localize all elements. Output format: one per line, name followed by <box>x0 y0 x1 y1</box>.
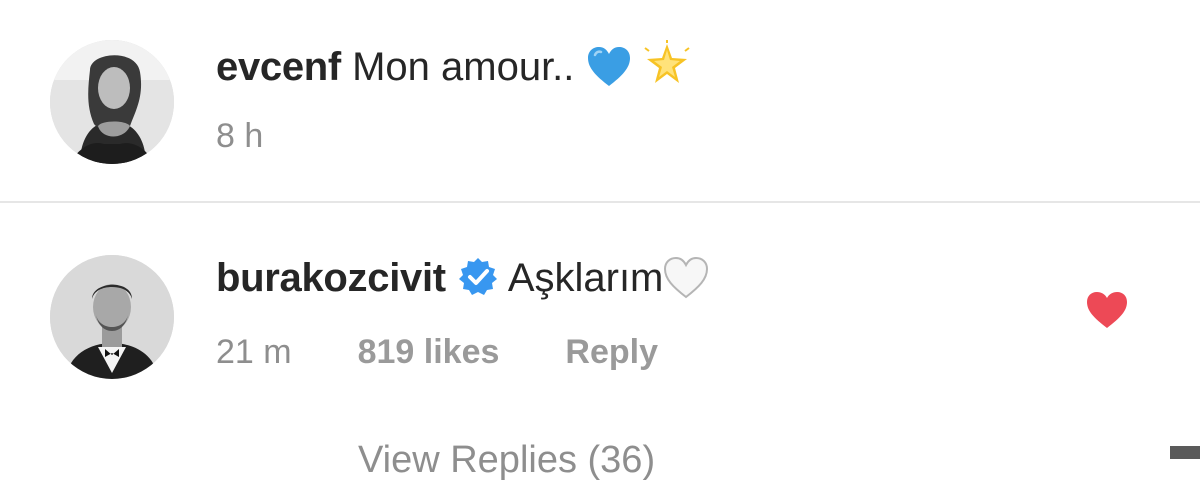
comment-text: Aşklarım <box>507 256 664 300</box>
comment-item: burakozcivit Aşklarım 21 m 819 likes Reply <box>0 203 1200 459</box>
white-heart-icon <box>664 257 709 299</box>
likes-count-link[interactable]: 819 likes <box>358 332 500 372</box>
avatar-photo-icon <box>50 40 174 164</box>
verified-badge-icon <box>458 258 497 295</box>
view-replies-link[interactable]: View Replies (36) <box>358 438 655 482</box>
comment-username[interactable]: evcenf <box>216 45 341 89</box>
reply-button[interactable]: Reply <box>565 332 658 372</box>
comment-line: burakozcivit Aşklarım <box>216 253 709 303</box>
comment-line: evcenf Mon amour.. <box>216 40 691 92</box>
avatar-photo-icon <box>50 255 174 379</box>
heart-like-icon[interactable] <box>1085 290 1129 330</box>
comment-meta: 21 m 819 likes Reply <box>216 332 658 372</box>
comment-text: Mon amour.. <box>352 45 575 89</box>
comment-meta: 8 h <box>216 116 263 156</box>
comment-username[interactable]: burakozcivit <box>216 256 446 300</box>
avatar[interactable] <box>50 255 174 379</box>
comment-item: evcenf Mon amour.. 8 h <box>0 0 1200 202</box>
comment-timestamp: 21 m <box>216 333 292 371</box>
avatar[interactable] <box>50 40 174 164</box>
glowing-star-icon <box>644 40 690 83</box>
scroll-corner <box>1170 446 1200 459</box>
blue-heart-icon <box>587 47 630 86</box>
comment-timestamp: 8 h <box>216 117 264 155</box>
